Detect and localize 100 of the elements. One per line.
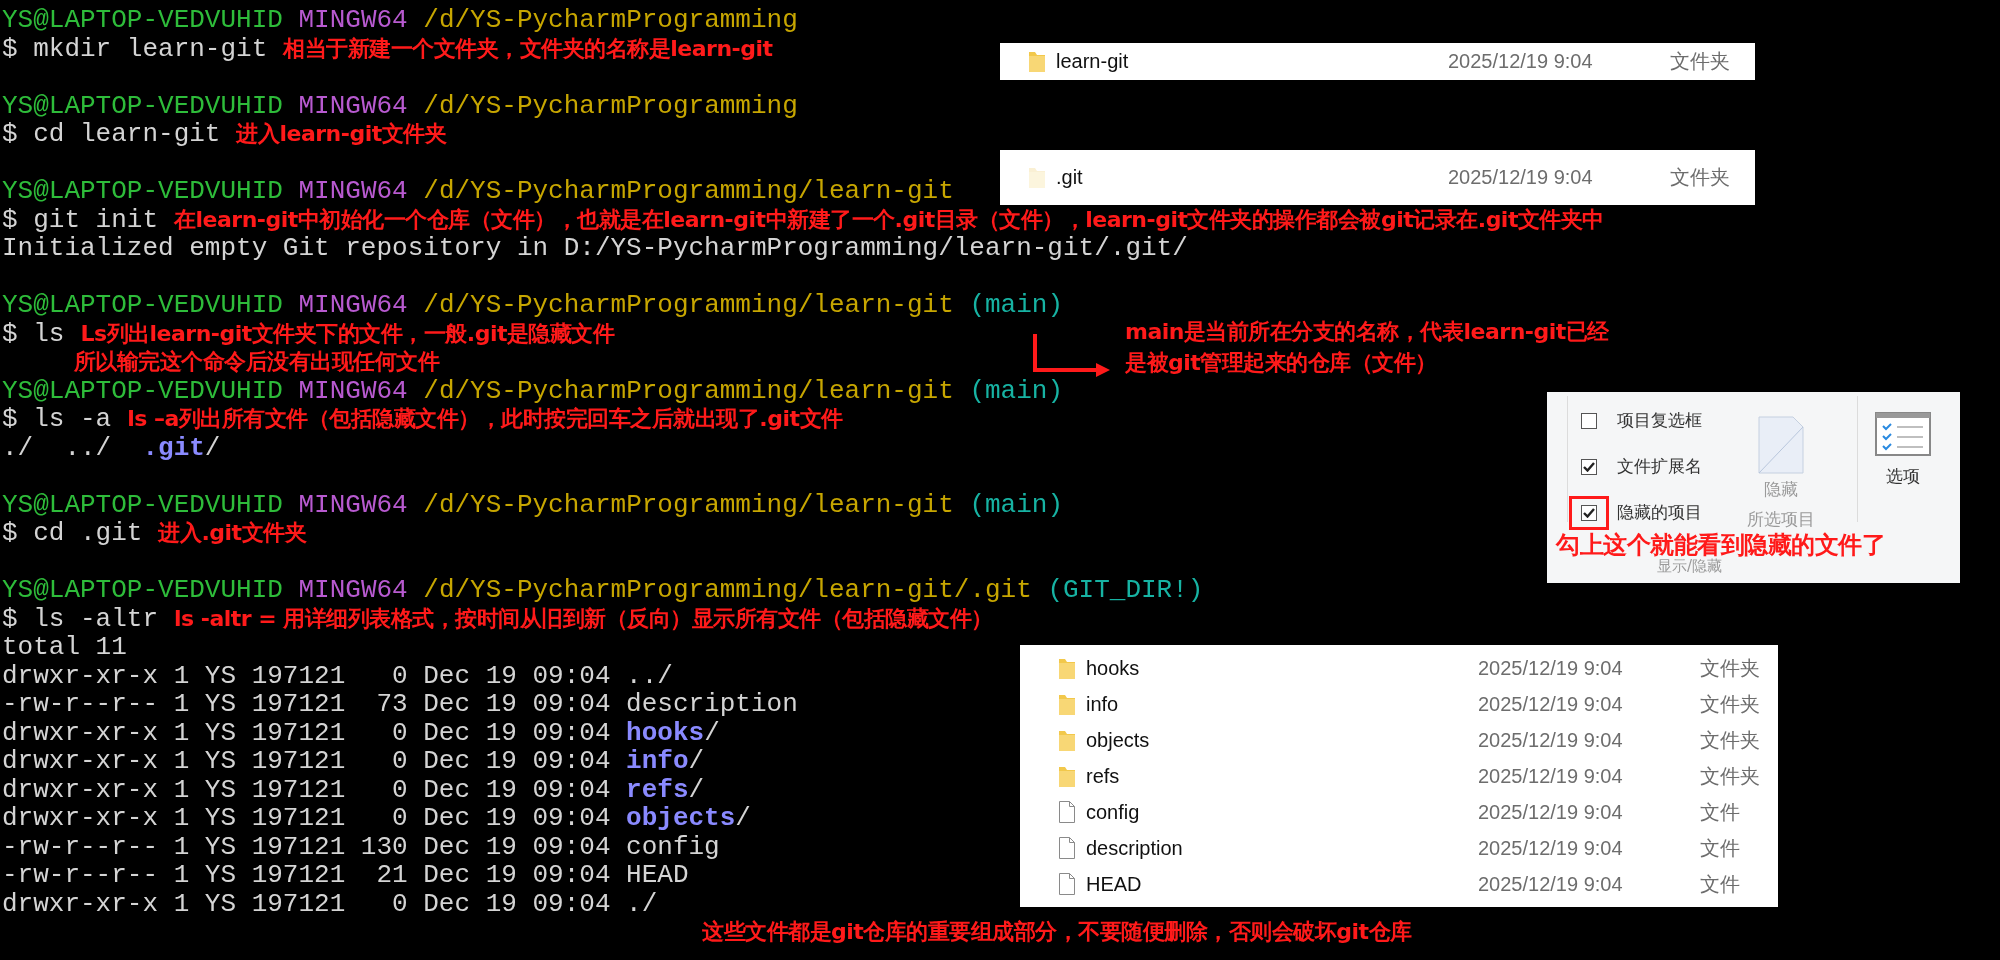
output-text: drwxr-xr-x 1 YS 197121 0 Dec 19 09:04 bbox=[2, 774, 612, 805]
prompt-path: /d/YS-PycharmProgramming/learn-git bbox=[423, 489, 954, 520]
prompt-path: /d/YS-PycharmProgramming/learn-git bbox=[423, 375, 954, 406]
annotation-text: 勾上这个就能看到隐藏的文件了 bbox=[1556, 530, 1885, 559]
file-name[interactable]: HEAD bbox=[1086, 869, 1478, 899]
prompt-user: YS@LAPTOP-VEDVUHID bbox=[2, 575, 283, 605]
file-type: 文件夹 bbox=[1670, 165, 1730, 190]
annotation-text: Ls列出learn-git文件夹下的文件，一般.git是隐藏文件 bbox=[80, 320, 615, 346]
checkbox-label: 文件扩展名 bbox=[1617, 455, 1702, 479]
checklist-icon bbox=[1875, 412, 1931, 456]
annotation-text: 进入.git文件夹 bbox=[158, 520, 307, 545]
annotation-text: main是当前所在分支的名称，代表learn-git已经 bbox=[1125, 318, 1609, 346]
group-label: 显示/隐藏 bbox=[1657, 557, 1723, 577]
date-modified: 2025/12/19 9:04 bbox=[1478, 656, 1624, 681]
annotation-text: 这些文件都是git仓库的重要组成部分，不要随便删除，否则会破坏git仓库 bbox=[702, 919, 1412, 944]
command-text: $ ls -a bbox=[2, 404, 112, 434]
directory-name: info bbox=[626, 746, 689, 776]
date-modified: 2025/12/19 9:04 bbox=[1448, 165, 1594, 190]
annotation-text: ls –a列出所有文件（包括隐藏文件），此时按完回车之后就出现了.git文件 bbox=[127, 406, 843, 431]
branch-label: (main) bbox=[969, 375, 1064, 406]
directory-name: objects bbox=[626, 803, 736, 833]
file-name[interactable]: description bbox=[1086, 833, 1478, 863]
command-text: $ git init bbox=[2, 204, 159, 235]
output-text: ./ ../ bbox=[2, 432, 113, 463]
branch-label: (GIT_DIR!) bbox=[1047, 575, 1204, 605]
branch-label: (main) bbox=[969, 489, 1064, 520]
file-name[interactable]: .git bbox=[1056, 162, 1448, 192]
checkbox[interactable] bbox=[1569, 496, 1609, 530]
directory-name: refs bbox=[626, 774, 689, 805]
branch-label: (main) bbox=[969, 290, 1064, 320]
file-type: 文件夹 bbox=[1700, 656, 1760, 681]
prompt-host: MINGW64 bbox=[298, 5, 408, 35]
command-text: $ ls bbox=[2, 318, 65, 349]
command-text: $ mkdir learn-git bbox=[2, 33, 268, 64]
output-text: / bbox=[688, 774, 705, 805]
prompt-path: /d/YS-PycharmProgramming bbox=[423, 90, 798, 121]
file-type: 文件夹 bbox=[1670, 49, 1730, 74]
output-text: / bbox=[204, 432, 221, 463]
prompt-path: /d/YS-PycharmProgramming bbox=[423, 5, 798, 35]
checkbox-label: 隐藏的项目 bbox=[1617, 501, 1702, 525]
output-text: / bbox=[704, 717, 720, 748]
output-text: total 11 bbox=[2, 632, 127, 662]
command-text: $ ls -altr bbox=[2, 603, 159, 634]
command-text: $ cd learn-git bbox=[2, 119, 221, 149]
date-modified: 2025/12/19 9:04 bbox=[1478, 800, 1624, 825]
output-text: drwxr-xr-x 1 YS 197121 0 Dec 19 09:04 ../ bbox=[2, 660, 673, 691]
output-text: Initialized empty Git repository in D:/YS-PycharmProgramming/learn-git/.git/ bbox=[2, 233, 1188, 263]
annotation-text: 在learn-git中初始化一个仓库（文件），也就是在learn-git中新建了一个.git目录（文件），learn-git文件夹的操作都会被git记录在.git文件夹中 bbox=[174, 206, 1604, 232]
directory-name: hooks bbox=[626, 717, 705, 748]
prompt-host: MINGW64 bbox=[298, 489, 408, 520]
prompt-user: YS@LAPTOP-VEDVUHID bbox=[2, 176, 283, 206]
checkmark-icon bbox=[1583, 508, 1595, 518]
prompt-host: MINGW64 bbox=[298, 575, 408, 605]
file-name[interactable]: info bbox=[1086, 689, 1478, 719]
output-text: drwxr-xr-x 1 YS 197121 0 Dec 19 09:04 bbox=[2, 746, 612, 776]
date-modified: 2025/12/19 9:04 bbox=[1478, 728, 1624, 753]
annotation-text: 进入learn-git文件夹 bbox=[236, 121, 447, 146]
file-type: 文件夹 bbox=[1700, 728, 1760, 753]
output-text: drwxr-xr-x 1 YS 197121 0 Dec 19 09:04 ./ bbox=[2, 888, 658, 919]
file-name[interactable]: config bbox=[1086, 797, 1478, 827]
options-button[interactable]: 选项 bbox=[1875, 412, 1931, 490]
output-text: drwxr-xr-x 1 YS 197121 0 Dec 19 09:04 bbox=[2, 717, 612, 748]
prompt-host: MINGW64 bbox=[298, 90, 408, 121]
date-modified: 2025/12/19 9:04 bbox=[1478, 764, 1624, 789]
output-text: / bbox=[735, 803, 751, 833]
date-modified: 2025/12/19 9:04 bbox=[1478, 872, 1624, 897]
prompt-user: YS@LAPTOP-VEDVUHID bbox=[2, 489, 283, 520]
annotation-text: 是被git管理起来的仓库（文件） bbox=[1125, 349, 1437, 377]
annotation-text: ls -altr = 用详细列表格式，按时间从旧到新（反向）显示所有文件（包括隐藏文件） bbox=[174, 605, 993, 631]
prompt-host: MINGW64 bbox=[298, 176, 408, 206]
prompt-user: YS@LAPTOP-VEDVUHID bbox=[2, 5, 283, 35]
prompt-path: /d/YS-PycharmProgramming/learn-git bbox=[423, 290, 954, 320]
output-text: -rw-r--r-- 1 YS 197121 73 Dec 19 09:04 description bbox=[2, 689, 798, 719]
checkbox-label: 项目复选框 bbox=[1617, 409, 1702, 433]
file-type: 文件夹 bbox=[1700, 764, 1760, 789]
file-type: 文件 bbox=[1700, 836, 1740, 861]
file-name[interactable]: hooks bbox=[1086, 653, 1478, 683]
prompt-user: YS@LAPTOP-VEDVUHID bbox=[2, 375, 283, 406]
prompt-user: YS@LAPTOP-VEDVUHID bbox=[2, 290, 283, 320]
date-modified: 2025/12/19 9:04 bbox=[1478, 836, 1624, 861]
command-text: $ cd .git bbox=[2, 518, 143, 548]
file-name[interactable]: objects bbox=[1086, 725, 1478, 755]
document-icon bbox=[1758, 416, 1804, 474]
file-type: 文件 bbox=[1700, 800, 1740, 825]
output-text: / bbox=[688, 746, 705, 776]
file-type: 文件 bbox=[1700, 872, 1740, 897]
prompt-path: /d/YS-PycharmProgramming/learn-git bbox=[423, 176, 954, 206]
annotation-text: 所以输完这个命令后没有出现任何文件 bbox=[73, 349, 440, 374]
annotation-text: 相当于新建一个文件夹，文件夹的名称是learn-git bbox=[283, 35, 773, 61]
file-name[interactable]: refs bbox=[1086, 761, 1478, 791]
prompt-host: MINGW64 bbox=[298, 290, 408, 320]
date-modified: 2025/12/19 9:04 bbox=[1448, 49, 1594, 74]
checkmark-icon bbox=[1583, 462, 1595, 472]
file-name[interactable]: learn-git bbox=[1056, 46, 1448, 76]
prompt-host: MINGW64 bbox=[298, 375, 408, 406]
directory-name: .git bbox=[142, 432, 205, 463]
prompt-user: YS@LAPTOP-VEDVUHID bbox=[2, 90, 283, 121]
output-text: drwxr-xr-x 1 YS 197121 0 Dec 19 09:04 bbox=[2, 803, 612, 833]
prompt-path: /d/YS-PycharmProgramming/learn-git/.git bbox=[423, 575, 1032, 605]
file-type: 文件夹 bbox=[1700, 692, 1760, 717]
